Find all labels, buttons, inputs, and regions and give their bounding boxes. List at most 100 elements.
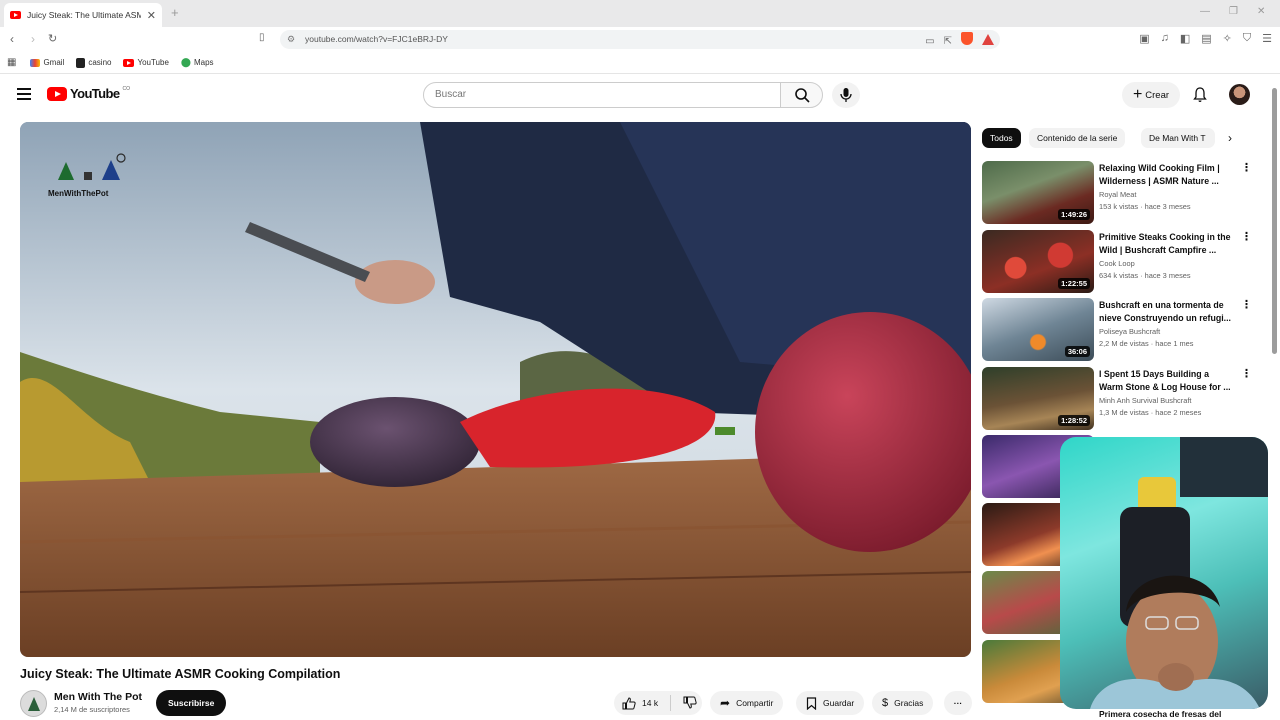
video-title: Juicy Steak: The Ultimate ASMR Cooking C… bbox=[20, 667, 341, 681]
recommendation-title[interactable]: Bushcraft en una tormenta de nieve Const… bbox=[1099, 299, 1233, 324]
video-thumbnail[interactable]: 36:06 bbox=[982, 298, 1094, 361]
recommendation-title[interactable]: Relaxing Wild Cooking Film | Wilderness … bbox=[1099, 162, 1233, 187]
account-avatar[interactable] bbox=[1229, 84, 1250, 105]
chevron-right-icon[interactable]: › bbox=[1228, 131, 1232, 145]
address-bar[interactable]: ⚙ youtube.com/watch?v=FJC1eBRJ-DY ▭ ⇱ bbox=[280, 30, 1000, 49]
brave-shield-icon[interactable] bbox=[961, 32, 973, 45]
recommendation-title-partial[interactable]: Primera cosecha de fresas del bbox=[1099, 709, 1221, 719]
bookmark-page-icon[interactable]: ▯ bbox=[259, 32, 265, 43]
create-button[interactable]: + Crear bbox=[1122, 82, 1180, 108]
subscribe-button[interactable]: Suscribirse bbox=[156, 690, 227, 716]
save-label: Guardar bbox=[823, 698, 855, 708]
share-page-icon[interactable]: ⇱ bbox=[944, 32, 952, 51]
recommendation-channel[interactable]: Minh Anh Survival Bushcraft bbox=[1099, 396, 1191, 405]
bookmark-maps[interactable]: ⬤ Maps bbox=[181, 57, 214, 68]
chip-all[interactable]: Todos bbox=[982, 128, 1021, 148]
subscriber-count: 2,14 M de suscriptores bbox=[54, 705, 130, 714]
voice-search-button[interactable] bbox=[832, 82, 860, 108]
cast-icon[interactable]: ▭ bbox=[925, 32, 934, 51]
search-button[interactable] bbox=[780, 82, 823, 108]
new-tab-icon[interactable]: + bbox=[171, 5, 179, 20]
recommendation-title[interactable]: I Spent 15 Days Building a Warm Stone & … bbox=[1099, 368, 1233, 393]
duration-badge: 1:49:26 bbox=[1058, 209, 1090, 220]
duration-badge: 36:06 bbox=[1064, 346, 1090, 357]
youtube-logo[interactable]: YouTube CO bbox=[47, 86, 130, 101]
more-vertical-icon[interactable]: ⋮ bbox=[1241, 368, 1252, 380]
bookmark-label: casino bbox=[88, 58, 112, 67]
dislike-button[interactable] bbox=[683, 696, 697, 711]
recommendation-item[interactable]: 1:22:55 Primitive Steaks Cooking in the … bbox=[982, 230, 1252, 294]
search-input[interactable]: Buscar bbox=[423, 82, 781, 108]
recommendation-channel[interactable]: Cook Loop bbox=[1099, 259, 1135, 268]
bookmark-label: Gmail bbox=[43, 58, 65, 67]
leo-ai-icon[interactable]: ✧ bbox=[1223, 32, 1232, 45]
maps-pin-icon: ⬤ bbox=[180, 57, 191, 67]
close-window-icon[interactable]: ✕ bbox=[1257, 6, 1265, 17]
menu-icon[interactable]: ☰ bbox=[1262, 32, 1272, 45]
recommendation-meta: 1,3 M de vistas · hace 2 meses bbox=[1099, 408, 1202, 417]
more-vertical-icon[interactable]: ⋮ bbox=[1241, 162, 1252, 174]
chip-channel[interactable]: De Man With T bbox=[1141, 128, 1215, 148]
share-icon: ➦ bbox=[720, 696, 731, 710]
recommendation-meta: 153 k vistas · hace 3 meses bbox=[1099, 202, 1191, 211]
bookmark-youtube[interactable]: YouTube bbox=[123, 58, 169, 67]
channel-avatar[interactable] bbox=[20, 690, 47, 717]
tab-search-icon[interactable]: ▤ bbox=[1201, 32, 1211, 45]
page-scrollbar[interactable] bbox=[1272, 88, 1277, 354]
like-dislike-group: 14 k bbox=[614, 691, 702, 715]
thumbs-down-icon bbox=[683, 696, 697, 709]
microphone-icon bbox=[840, 88, 852, 102]
hamburger-menu-icon[interactable] bbox=[17, 88, 31, 100]
bookmark-gmail[interactable]: Gmail bbox=[30, 58, 64, 67]
recommendation-item[interactable]: 1:49:26 Relaxing Wild Cooking Film | Wil… bbox=[982, 161, 1252, 225]
video-frame bbox=[20, 122, 971, 657]
recommendation-channel[interactable]: Poliseya Bushcraft bbox=[1099, 327, 1160, 336]
reload-icon[interactable]: ↻ bbox=[48, 32, 57, 45]
sidebar-icon[interactable]: ◧ bbox=[1180, 32, 1190, 45]
video-thumbnail[interactable]: 1:22:55 bbox=[982, 230, 1094, 293]
like-button[interactable]: 14 k bbox=[622, 696, 658, 710]
recommendation-channel[interactable]: Royal Meat bbox=[1099, 190, 1136, 199]
channel-logo-icon bbox=[28, 697, 40, 711]
music-icon[interactable]: ♫ bbox=[1161, 32, 1169, 45]
forward-icon[interactable]: › bbox=[31, 32, 35, 46]
wallet-icon[interactable]: ▣ bbox=[1139, 32, 1149, 45]
close-tab-icon[interactable]: ✕ bbox=[147, 9, 156, 22]
notifications-button[interactable] bbox=[1192, 86, 1208, 108]
back-icon[interactable]: ‹ bbox=[10, 32, 14, 46]
share-button[interactable]: ➦ Compartir bbox=[710, 691, 784, 715]
share-label: Compartir bbox=[736, 698, 774, 708]
thanks-button[interactable]: $ Gracias bbox=[872, 691, 934, 715]
url-text: youtube.com/watch?v=FJC1eBRJ-DY bbox=[305, 34, 448, 44]
bookmark-label: Maps bbox=[193, 58, 214, 67]
browser-tab-active[interactable]: Juicy Steak: The Ultimate ASMR ✕ bbox=[4, 3, 162, 27]
browser-tabstrip: Juicy Steak: The Ultimate ASMR ✕ + — ❐ ✕ bbox=[0, 0, 1280, 27]
channel-watermark-logo: MenWithThePot bbox=[48, 152, 138, 200]
video-thumbnail[interactable]: 1:28:52 bbox=[982, 367, 1094, 430]
chip-series[interactable]: Contenido de la serie bbox=[1029, 128, 1126, 148]
create-label: Crear bbox=[1145, 89, 1170, 101]
youtube-wordmark: YouTube bbox=[70, 86, 120, 101]
more-vertical-icon[interactable]: ⋮ bbox=[1241, 231, 1252, 243]
recommendation-item[interactable]: 36:06 Bushcraft en una tormenta de nieve… bbox=[982, 298, 1252, 362]
channel-name[interactable]: Men With The Pot bbox=[54, 691, 142, 703]
casino-icon bbox=[76, 57, 86, 68]
recommendation-title[interactable]: Primitive Steaks Cooking in the Wild | B… bbox=[1099, 231, 1233, 256]
site-info-icon[interactable]: ⚙ bbox=[287, 30, 295, 49]
bookmark-casino[interactable]: casino bbox=[76, 57, 112, 68]
apps-grid-icon[interactable]: ▦ bbox=[7, 57, 16, 68]
minimize-icon[interactable]: — bbox=[1200, 6, 1210, 17]
save-bookmark-icon bbox=[806, 696, 817, 710]
save-button[interactable]: Guardar bbox=[796, 691, 865, 715]
recommendation-item[interactable]: 1:28:52 I Spent 15 Days Building a Warm … bbox=[982, 367, 1252, 431]
vpn-icon[interactable]: ⛉ bbox=[1243, 32, 1251, 45]
more-actions-button[interactable]: ··· bbox=[944, 691, 972, 715]
browser-navbar: ‹ › ↻ ▯ ⚙ youtube.com/watch?v=FJC1eBRJ-D… bbox=[0, 27, 1280, 52]
more-vertical-icon[interactable]: ⋮ bbox=[1241, 299, 1252, 311]
divider bbox=[670, 695, 672, 711]
youtube-play-icon bbox=[47, 86, 67, 101]
video-player[interactable]: MenWithThePot bbox=[20, 122, 971, 657]
maximize-icon[interactable]: ❐ bbox=[1229, 6, 1238, 17]
brave-rewards-icon[interactable] bbox=[982, 34, 994, 45]
video-thumbnail[interactable]: 1:49:26 bbox=[982, 161, 1094, 224]
